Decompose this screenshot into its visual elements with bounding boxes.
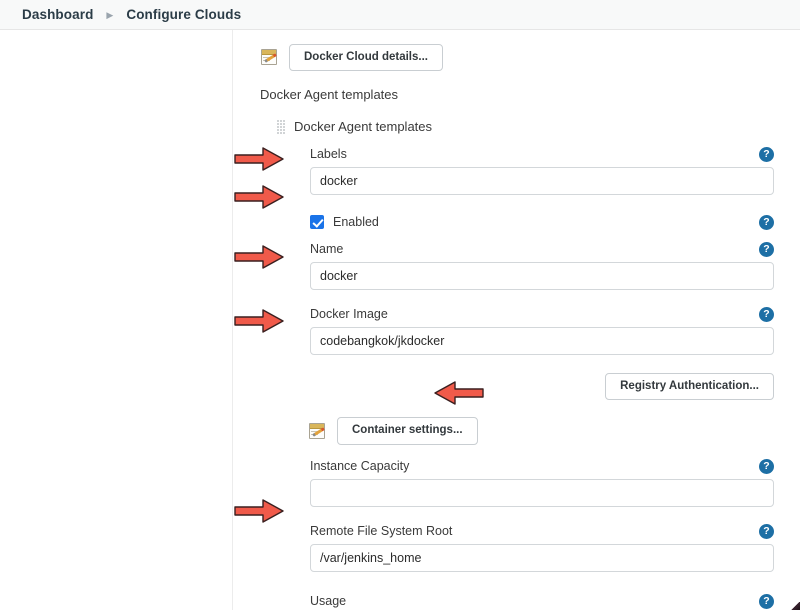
docker-agent-templates-section-title: Docker Agent templates xyxy=(260,87,399,103)
docker-cloud-details-button[interactable]: Docker Cloud details... xyxy=(289,44,443,72)
enabled-label: Enabled xyxy=(333,215,379,230)
name-input[interactable] xyxy=(310,262,774,291)
field-docker-image: Docker Image ? xyxy=(260,307,774,356)
breadcrumb-item-configure-clouds[interactable]: Configure Clouds xyxy=(126,7,241,22)
template-entry-header[interactable]: Docker Agent templates xyxy=(260,119,774,134)
field-labels: Labels ? xyxy=(260,147,774,196)
field-enabled: Enabled ? xyxy=(260,215,774,231)
labels-label: Labels xyxy=(310,147,347,162)
notepad-pencil-icon xyxy=(260,48,279,67)
help-icon-remote-fs-root[interactable]: ? xyxy=(759,523,774,539)
instance-capacity-label: Instance Capacity xyxy=(310,458,410,473)
field-instance-capacity: Instance Capacity ? xyxy=(260,458,774,507)
registry-auth-row: Registry Authentication... xyxy=(260,373,774,401)
docker-image-input[interactable] xyxy=(310,327,774,356)
usage-label: Usage xyxy=(310,593,347,608)
left-pane xyxy=(0,30,233,610)
cloud-details-row: Docker Cloud details... xyxy=(260,44,774,72)
labels-input[interactable] xyxy=(310,167,774,196)
field-name: Name ? xyxy=(260,242,774,291)
chevron-right-icon: ▶ xyxy=(106,10,114,20)
help-icon-usage[interactable]: ? xyxy=(759,593,774,609)
cloud-configuration-form: Docker Cloud details... Docker Agent tem… xyxy=(234,30,800,610)
field-usage: Usage ? xyxy=(260,593,774,610)
help-icon-enabled[interactable]: ? xyxy=(759,215,774,231)
instance-capacity-input[interactable] xyxy=(310,478,774,507)
remote-fs-root-label: Remote File System Root xyxy=(310,523,453,538)
container-settings-button[interactable]: Container settings... xyxy=(337,417,478,445)
registry-authentication-button[interactable]: Registry Authentication... xyxy=(605,373,774,401)
enabled-checkbox[interactable] xyxy=(310,215,324,230)
corner-artifact xyxy=(791,602,800,610)
docker-image-label: Docker Image xyxy=(310,307,388,322)
template-entry-title: Docker Agent templates xyxy=(294,119,433,135)
breadcrumb: Dashboard ▶ Configure Clouds xyxy=(0,0,800,30)
drag-handle-icon[interactable] xyxy=(277,119,286,134)
name-label: Name xyxy=(310,242,344,257)
remote-fs-root-input[interactable] xyxy=(310,543,774,572)
notepad-pencil-icon xyxy=(308,422,327,441)
field-remote-fs-root: Remote File System Root ? xyxy=(260,523,774,572)
container-settings-row: Container settings... xyxy=(260,417,774,445)
page-body: Docker Cloud details... Docker Agent tem… xyxy=(0,30,800,610)
help-icon-instance-capacity[interactable]: ? xyxy=(759,458,774,474)
breadcrumb-item-dashboard[interactable]: Dashboard xyxy=(22,7,93,22)
